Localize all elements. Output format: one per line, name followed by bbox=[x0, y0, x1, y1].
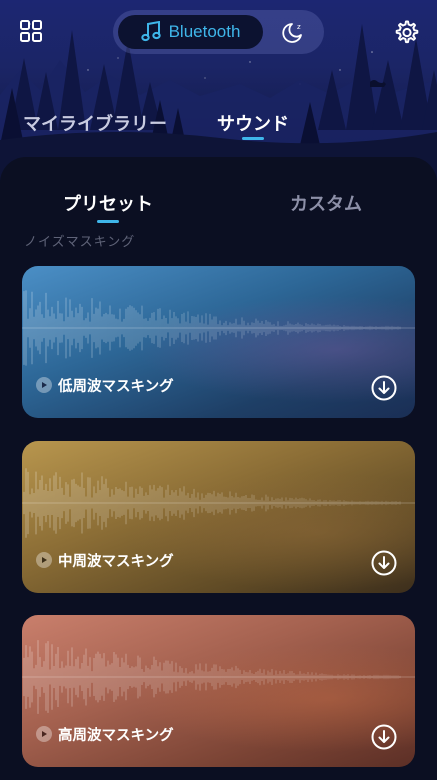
tab-preset-label: プリセット bbox=[63, 194, 153, 215]
tab-sound-label: サウンド bbox=[217, 114, 289, 135]
sound-card-title: 低周波マスキング bbox=[58, 379, 174, 395]
download-icon[interactable] bbox=[371, 550, 397, 576]
top-bar: Bluetooth z bbox=[0, 0, 437, 64]
sound-card-title: 高周波マスキング bbox=[58, 728, 174, 744]
sound-card-mid[interactable]: 中周波マスキング bbox=[22, 441, 415, 593]
tab-sound[interactable]: サウンド bbox=[217, 110, 289, 140]
mode-toggle: Bluetooth z bbox=[113, 10, 324, 54]
tab-my-library-label: マイライブラリー bbox=[23, 114, 167, 135]
gear-icon[interactable] bbox=[391, 17, 421, 47]
sound-card-low[interactable]: 低周波マスキング bbox=[22, 266, 415, 418]
tab-my-library[interactable]: マイライブラリー bbox=[23, 110, 167, 136]
active-tab-indicator bbox=[242, 137, 264, 140]
play-icon[interactable] bbox=[36, 377, 52, 393]
play-icon[interactable] bbox=[36, 552, 52, 568]
tab-custom[interactable]: カスタム bbox=[290, 190, 362, 216]
tab-preset[interactable]: プリセット bbox=[63, 190, 153, 223]
bluetooth-mode-button[interactable]: Bluetooth bbox=[118, 15, 263, 49]
download-icon[interactable] bbox=[371, 375, 397, 401]
active-subtab-indicator bbox=[97, 220, 119, 223]
tab-custom-label: カスタム bbox=[290, 194, 362, 215]
grid-icon[interactable] bbox=[16, 16, 46, 46]
moon-sleep-icon: z bbox=[282, 23, 302, 43]
music-note-icon bbox=[140, 21, 161, 42]
sleep-mode-button[interactable]: z bbox=[276, 18, 310, 46]
download-icon[interactable] bbox=[371, 724, 397, 750]
bluetooth-mode-label: Bluetooth bbox=[168, 22, 241, 41]
main-tabs: マイライブラリー サウンド bbox=[0, 110, 437, 146]
sound-card-title: 中周波マスキング bbox=[58, 554, 174, 570]
play-icon[interactable] bbox=[36, 726, 52, 742]
svg-text:z: z bbox=[297, 23, 301, 31]
section-title: ノイズマスキング bbox=[24, 235, 136, 250]
sound-card-high[interactable]: 高周波マスキング bbox=[22, 615, 415, 767]
